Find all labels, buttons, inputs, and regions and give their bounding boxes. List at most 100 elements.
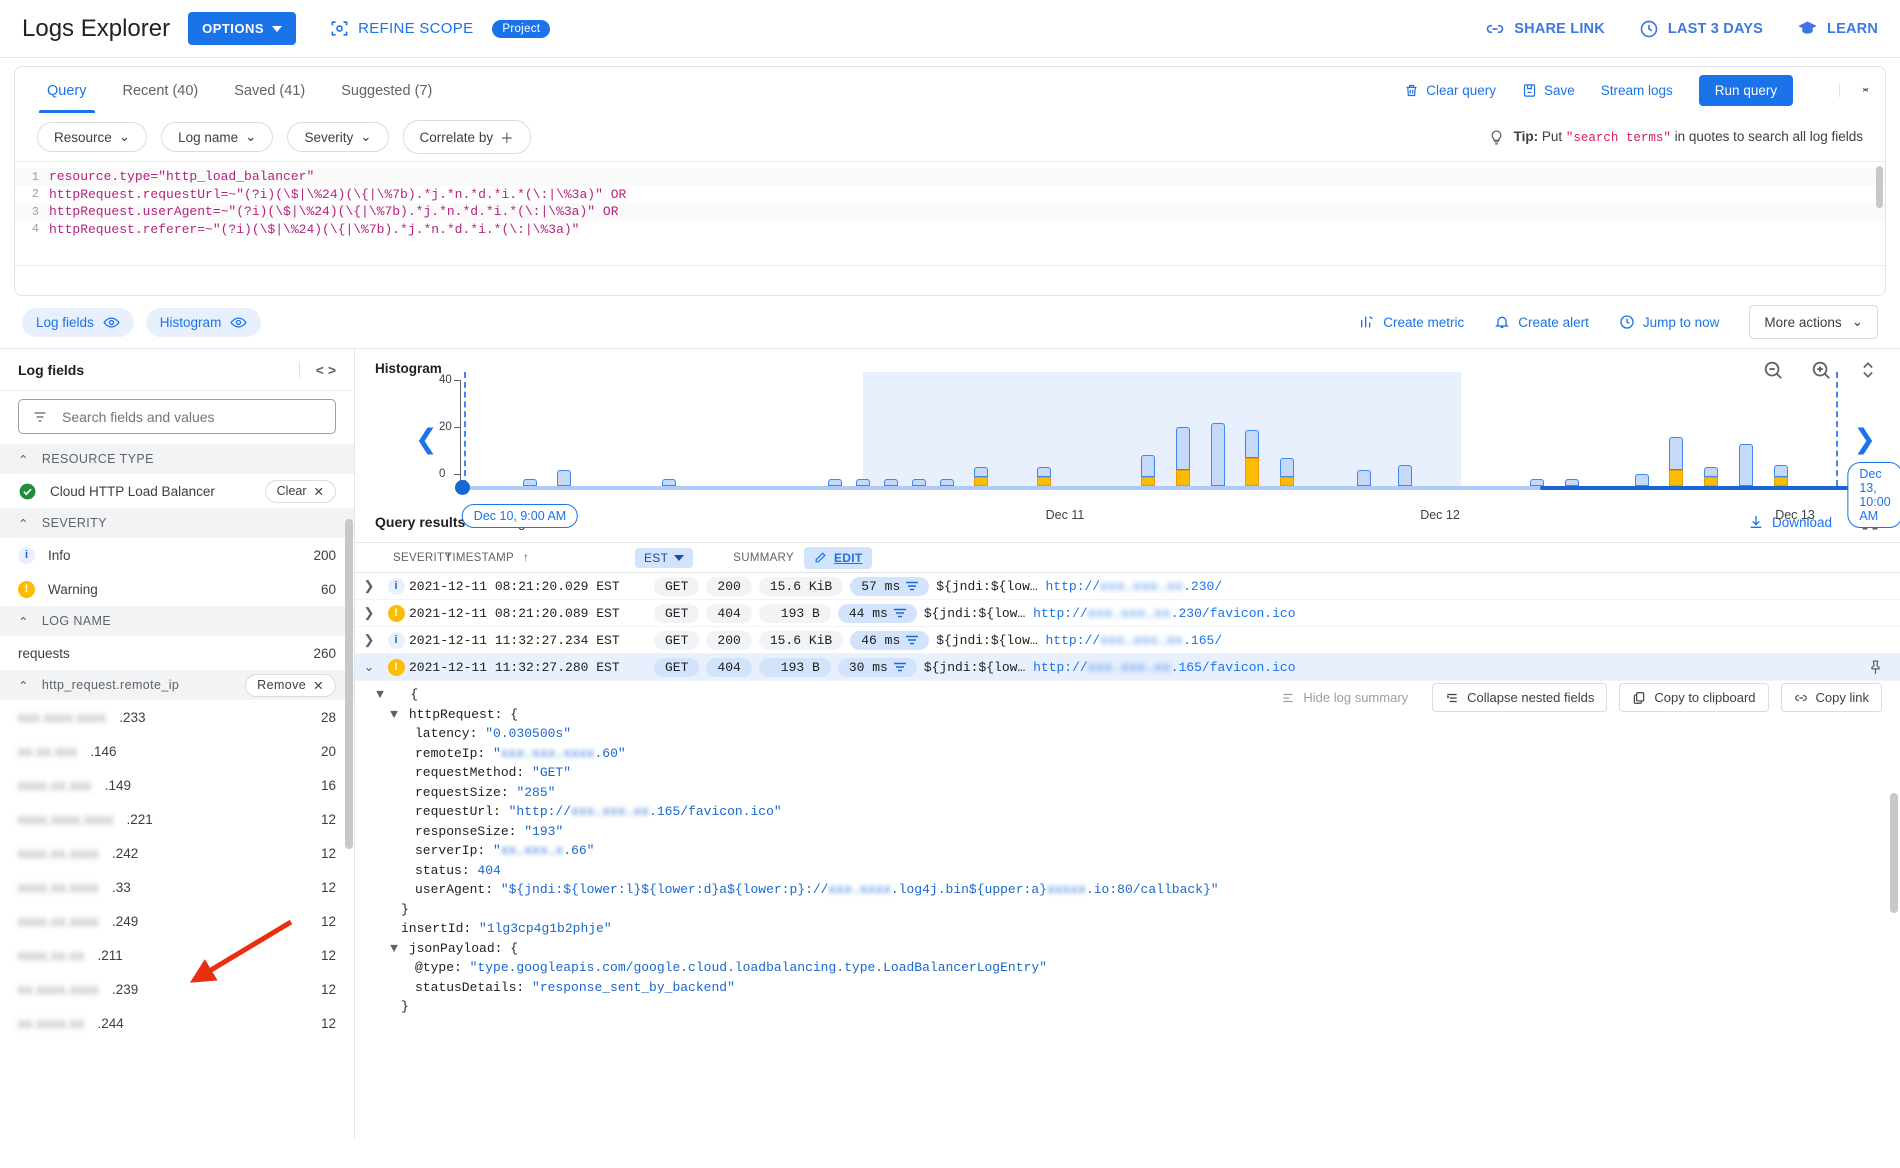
histogram-bar-info[interactable] bbox=[1669, 437, 1683, 470]
histogram-bar-warning[interactable] bbox=[1280, 477, 1294, 486]
histogram-bar-info[interactable] bbox=[1245, 430, 1259, 458]
histogram-bar-info[interactable] bbox=[1530, 479, 1544, 486]
save-query-button[interactable]: Save bbox=[1522, 83, 1575, 98]
histogram-bar-info[interactable] bbox=[912, 479, 926, 486]
list-item[interactable]: xxxx.xx.xxxx.249 12 bbox=[0, 904, 354, 938]
histogram-bar-info[interactable] bbox=[940, 479, 954, 486]
table-row[interactable]: ⌄ ! 2021-12-11 11:32:27.280 EST GET 404 … bbox=[355, 654, 1900, 681]
timeline-start-handle[interactable] bbox=[455, 480, 470, 495]
histogram-bar-info[interactable] bbox=[1280, 458, 1294, 477]
tab-saved[interactable]: Saved (41) bbox=[216, 67, 323, 113]
histogram-prev-button[interactable]: ❮ bbox=[415, 424, 438, 455]
row-collapse-toggle[interactable]: ⌄ bbox=[355, 659, 383, 675]
sidebar-scrollbar[interactable] bbox=[345, 519, 353, 849]
edit-summary-button[interactable]: EDIT bbox=[804, 547, 873, 569]
jump-to-now-button[interactable]: Jump to now bbox=[1619, 314, 1720, 330]
histogram-bar-info[interactable] bbox=[1141, 455, 1155, 476]
sidebar-item-info[interactable]: i Info 200 bbox=[0, 538, 354, 572]
histogram-bar-info[interactable] bbox=[1704, 467, 1718, 476]
histogram-bar-info[interactable] bbox=[1357, 470, 1371, 486]
zoom-in-icon[interactable] bbox=[1810, 359, 1832, 381]
toggle-histogram[interactable]: Histogram bbox=[146, 308, 262, 337]
clear-query-button[interactable]: Clear query bbox=[1404, 83, 1496, 98]
sidebar-item-cloud-http-load-balancer[interactable]: Cloud HTTP Load Balancer Clear ✕ bbox=[0, 474, 354, 508]
histogram-bar-info[interactable] bbox=[1635, 474, 1649, 486]
timezone-selector[interactable]: EST bbox=[635, 548, 693, 568]
severity-column-header[interactable]: SEVERITY bbox=[383, 552, 435, 564]
histogram-bar-warning[interactable] bbox=[1141, 477, 1155, 486]
run-query-button[interactable]: Run query bbox=[1699, 75, 1793, 106]
histogram-bar-warning[interactable] bbox=[1245, 458, 1259, 486]
histogram-next-button[interactable]: ❯ bbox=[1853, 424, 1876, 455]
more-actions-button[interactable]: More actions ⌄ bbox=[1749, 305, 1878, 339]
row-expand-toggle[interactable]: ❯ bbox=[355, 578, 383, 594]
table-row[interactable]: ❯ i 2021-12-11 11:32:27.234 EST GET 200 … bbox=[355, 627, 1900, 654]
create-metric-button[interactable]: Create metric bbox=[1359, 314, 1464, 330]
table-scrollbar[interactable] bbox=[1890, 793, 1898, 913]
sidebar-group-remote-ip[interactable]: ⌃ http_request.remote_ip Remove ✕ bbox=[0, 670, 354, 700]
range-end-label[interactable]: Dec 13, 10:00 AM bbox=[1847, 462, 1900, 528]
pin-icon[interactable] bbox=[1867, 659, 1884, 676]
time-range-button[interactable]: LAST 3 DAYS bbox=[1639, 19, 1763, 39]
row-expand-toggle[interactable]: ❯ bbox=[355, 632, 383, 648]
histogram-bar-info[interactable] bbox=[523, 479, 537, 486]
histogram-bar-warning[interactable] bbox=[1037, 477, 1051, 486]
refine-scope-button[interactable]: REFINE SCOPE Project bbox=[330, 19, 550, 38]
histogram-bar-info[interactable] bbox=[1398, 465, 1412, 486]
histogram-bar-warning[interactable] bbox=[1176, 470, 1190, 486]
filter-severity[interactable]: Severity ⌄ bbox=[287, 122, 388, 152]
histogram-bar-info[interactable] bbox=[856, 479, 870, 486]
filter-correlate-by[interactable]: Correlate by ＋ bbox=[403, 120, 531, 154]
learn-button[interactable]: LEARN bbox=[1797, 18, 1878, 39]
histogram-selection-band[interactable] bbox=[863, 372, 1461, 486]
editor-resize-handle[interactable] bbox=[15, 265, 1885, 295]
timestamp-column-header[interactable]: TIMESTAMP ↑ bbox=[435, 552, 635, 564]
scope-chip[interactable]: Project bbox=[492, 20, 550, 38]
table-row[interactable]: ❯ ! 2021-12-11 08:21:20.089 EST GET 404 … bbox=[355, 600, 1900, 627]
tab-suggested[interactable]: Suggested (7) bbox=[323, 67, 450, 113]
hide-log-summary-button[interactable]: Hide log summary bbox=[1269, 684, 1420, 711]
histogram-bar-info[interactable] bbox=[1176, 427, 1190, 469]
histogram-bar-info[interactable] bbox=[1211, 423, 1225, 486]
list-item[interactable]: xxxx.xx.xxxx.33 12 bbox=[0, 870, 354, 904]
sidebar-group-resource-type[interactable]: ⌃ RESOURCE TYPE bbox=[0, 444, 354, 474]
list-item[interactable]: xxx.xxxx.xxxx.233 28 bbox=[0, 700, 354, 734]
list-item[interactable]: xxxx.xx.xx.211 12 bbox=[0, 938, 354, 972]
toggle-log-fields[interactable]: Log fields bbox=[22, 308, 134, 337]
copy-to-clipboard-button[interactable]: Copy to clipboard bbox=[1619, 683, 1768, 712]
row-expand-toggle[interactable]: ❯ bbox=[355, 605, 383, 621]
sidebar-item-requests[interactable]: requests 260 bbox=[0, 636, 354, 670]
list-item[interactable]: xxxx.xxxx.xxxx.221 12 bbox=[0, 802, 354, 836]
list-item[interactable]: xxxx.xx.xxxx.242 12 bbox=[0, 836, 354, 870]
create-alert-button[interactable]: Create alert bbox=[1494, 314, 1589, 330]
histogram-bar-info[interactable] bbox=[662, 479, 676, 486]
histogram-bar-info[interactable] bbox=[884, 479, 898, 486]
copy-link-button[interactable]: Copy link bbox=[1781, 683, 1882, 712]
query-editor[interactable]: 1 resource.type="http_load_balancer" 2 h… bbox=[15, 161, 1885, 265]
editor-scrollbar[interactable] bbox=[1876, 166, 1883, 208]
histogram-bar-info[interactable] bbox=[1565, 479, 1579, 486]
histogram-bar-info[interactable] bbox=[1037, 467, 1051, 476]
twisty-icon[interactable]: ▼ bbox=[387, 707, 401, 722]
list-item[interactable]: xxxx.xx.xxx.149 16 bbox=[0, 768, 354, 802]
histogram-bar-warning[interactable] bbox=[1704, 477, 1718, 486]
histogram-bar-warning[interactable] bbox=[1669, 470, 1683, 486]
stream-logs-button[interactable]: Stream logs bbox=[1601, 83, 1673, 98]
timeline-selected-range[interactable] bbox=[1540, 486, 1900, 490]
tab-query[interactable]: Query bbox=[29, 67, 105, 113]
share-link-button[interactable]: SHARE LINK bbox=[1485, 19, 1605, 39]
histogram-bar-info[interactable] bbox=[974, 467, 988, 476]
search-field-container[interactable] bbox=[18, 399, 336, 434]
tab-recent[interactable]: Recent (40) bbox=[105, 67, 217, 113]
sidebar-group-severity[interactable]: ⌃ SEVERITY bbox=[0, 508, 354, 538]
filter-resource[interactable]: Resource ⌄ bbox=[37, 122, 147, 152]
range-start-label[interactable]: Dec 10, 9:00 AM bbox=[462, 504, 578, 528]
options-button[interactable]: OPTIONS bbox=[188, 12, 296, 45]
sidebar-group-log-name[interactable]: ⌃ LOG NAME bbox=[0, 606, 354, 636]
twisty-icon[interactable]: ▼ bbox=[387, 941, 401, 956]
twisty-icon[interactable]: ▼ bbox=[373, 687, 387, 702]
remove-remote-ip-button[interactable]: Remove ✕ bbox=[245, 674, 336, 697]
code-brackets-icon[interactable]: < > bbox=[299, 362, 336, 378]
histogram-bar-info[interactable] bbox=[828, 479, 842, 486]
sidebar-item-warning[interactable]: ! Warning 60 bbox=[0, 572, 354, 606]
